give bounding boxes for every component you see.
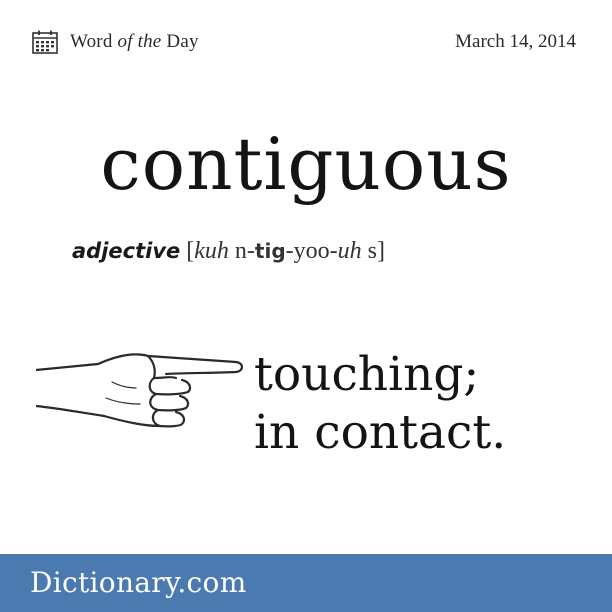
pronunciation: [kuh n-tig-yoo-uh s] [186, 238, 385, 264]
pointing-hand-icon [36, 353, 244, 428]
pronunciation-line: adjective [kuh n-tig-yoo-uh s] [72, 238, 385, 265]
calendar-icon [32, 30, 58, 54]
definition-line-2: in contact. [254, 405, 507, 460]
header: Word of the Day March 14, 2014 [0, 0, 612, 70]
definition: touching; in contact. [254, 346, 506, 462]
date: March 14, 2014 [455, 31, 576, 52]
headword: contiguous [100, 122, 512, 206]
footer-bar: Dictionary.com [0, 554, 612, 612]
part-of-speech: adjective [72, 239, 181, 263]
word-of-the-day-label: Word of the Day [70, 31, 199, 52]
definition-line-1: touching; [254, 347, 480, 402]
brand-logo-text[interactable]: Dictionary.com [30, 566, 247, 599]
